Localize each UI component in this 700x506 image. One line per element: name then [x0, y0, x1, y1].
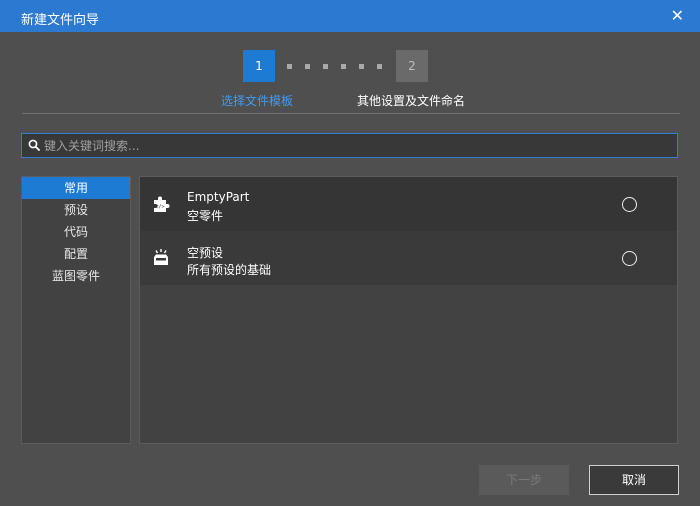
wizard-stepper: 1 2 [0, 50, 700, 84]
step-2-label: 其他设置及文件命名 [357, 94, 466, 108]
title-bar: 新建文件向导 ✕ [0, 0, 700, 32]
category-code[interactable]: 代码 [22, 221, 130, 243]
template-description: 空零件 [187, 209, 224, 223]
step-1-indicator: 1 [243, 50, 275, 82]
template-radio[interactable] [622, 197, 637, 212]
category-blueprint-parts[interactable]: 蓝图零件 [22, 265, 130, 287]
search-box[interactable] [21, 133, 678, 158]
step-connector-dots [287, 64, 385, 69]
window-title: 新建文件向导 [21, 13, 100, 28]
next-button[interactable]: 下一步 [479, 465, 569, 495]
close-icon[interactable]: ✕ [671, 6, 684, 26]
divider [22, 113, 680, 114]
template-item-emptypart[interactable]: </> EmptyPart 空零件 [140, 177, 677, 231]
puzzle-code-icon: </> [154, 196, 170, 212]
category-common[interactable]: 常用 [22, 177, 130, 199]
search-icon [28, 139, 40, 151]
template-radio[interactable] [622, 251, 637, 266]
template-name: 空预设 [187, 246, 224, 260]
tray-sparkle-icon [154, 249, 168, 265]
cancel-button[interactable]: 取消 [589, 465, 679, 495]
step-1-label: 选择文件模板 [221, 94, 294, 108]
search-input[interactable] [44, 136, 664, 155]
svg-text:</>: </> [155, 204, 164, 210]
template-name: EmptyPart [187, 190, 250, 204]
category-list: 常用 预设 代码 配置 蓝图零件 [21, 176, 131, 444]
category-config[interactable]: 配置 [22, 243, 130, 265]
template-description: 所有预设的基础 [187, 263, 272, 277]
category-presets[interactable]: 预设 [22, 199, 130, 221]
template-list: </> EmptyPart 空零件 空预设 所有预设的基础 [139, 176, 678, 444]
step-2-indicator: 2 [396, 50, 428, 82]
template-item-empty-preset[interactable]: 空预设 所有预设的基础 [140, 231, 677, 285]
